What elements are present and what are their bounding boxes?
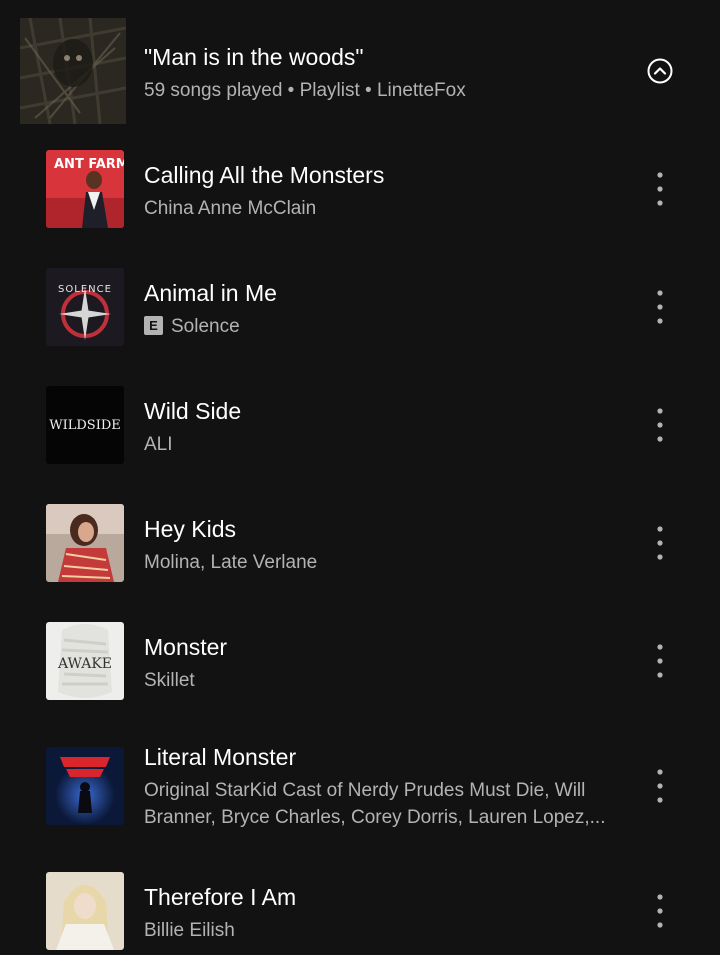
album-cover-text: SOLENCE xyxy=(58,284,112,295)
album-cover-image xyxy=(46,747,124,825)
album-cover-image: WILDSIDE xyxy=(46,386,124,464)
playlist-header: "Man is in the woods" 59 songs played • … xyxy=(20,18,700,124)
more-vertical-icon[interactable] xyxy=(650,643,670,679)
more-vertical-icon[interactable] xyxy=(650,893,670,929)
track-row[interactable]: WILDSIDE Wild Side ALI xyxy=(0,386,720,464)
track-title: Calling All the Monsters xyxy=(144,162,385,188)
track-row[interactable]: Literal Monster Original StarKid Cast of… xyxy=(0,740,720,830)
album-cover-image: AWAKE xyxy=(46,622,124,700)
more-vertical-icon[interactable] xyxy=(650,525,670,561)
track-artist: ALI xyxy=(144,434,173,455)
track-title: Literal Monster xyxy=(144,744,297,770)
album-cover-text: ANT FARM xyxy=(54,157,124,172)
explicit-badge: E xyxy=(144,316,163,335)
more-vertical-icon[interactable] xyxy=(650,407,670,443)
chevron-up-circle-icon[interactable] xyxy=(647,58,673,84)
track-artist: Skillet xyxy=(144,670,195,691)
track-title: Therefore I Am xyxy=(144,884,297,910)
track-artist: Molina, Late Verlane xyxy=(144,552,318,573)
more-vertical-icon[interactable] xyxy=(650,171,670,207)
track-title: Hey Kids xyxy=(144,516,237,542)
track-title: Animal in Me xyxy=(144,280,277,306)
track-artist: China Anne McClain xyxy=(144,198,317,219)
album-cover-image xyxy=(46,504,124,582)
track-title: Wild Side xyxy=(144,398,242,424)
track-row[interactable]: AWAKE Monster Skillet xyxy=(0,622,720,700)
album-cover-image xyxy=(46,872,124,950)
track-row[interactable]: Hey Kids Molina, Late Verlane xyxy=(0,504,720,582)
track-artist-row: E Solence xyxy=(144,316,240,338)
track-artist: Original StarKid Cast of Nerdy Prudes Mu… xyxy=(144,780,606,828)
album-cover-image: SOLENCE xyxy=(46,268,124,346)
track-row[interactable]: Therefore I Am Billie Eilish xyxy=(0,872,720,950)
track-artist: Billie Eilish xyxy=(144,920,235,941)
playlist-subtitle: 59 songs played • Playlist • LinetteFox xyxy=(144,80,466,101)
track-artist: Solence xyxy=(171,316,240,337)
album-cover-text: AWAKE xyxy=(57,656,112,672)
more-vertical-icon[interactable] xyxy=(650,289,670,325)
track-title: Monster xyxy=(144,634,228,660)
track-row[interactable]: SOLENCE Animal in Me E Solence xyxy=(0,268,720,346)
playlist-title: "Man is in the woods" xyxy=(144,44,364,70)
album-cover-text: WILDSIDE xyxy=(49,418,121,433)
track-row[interactable]: ANT FARM Calling All the Monsters China … xyxy=(0,150,720,228)
more-vertical-icon[interactable] xyxy=(650,768,670,804)
album-cover-image: ANT FARM xyxy=(46,150,124,228)
playlist-cover-image xyxy=(20,18,126,124)
